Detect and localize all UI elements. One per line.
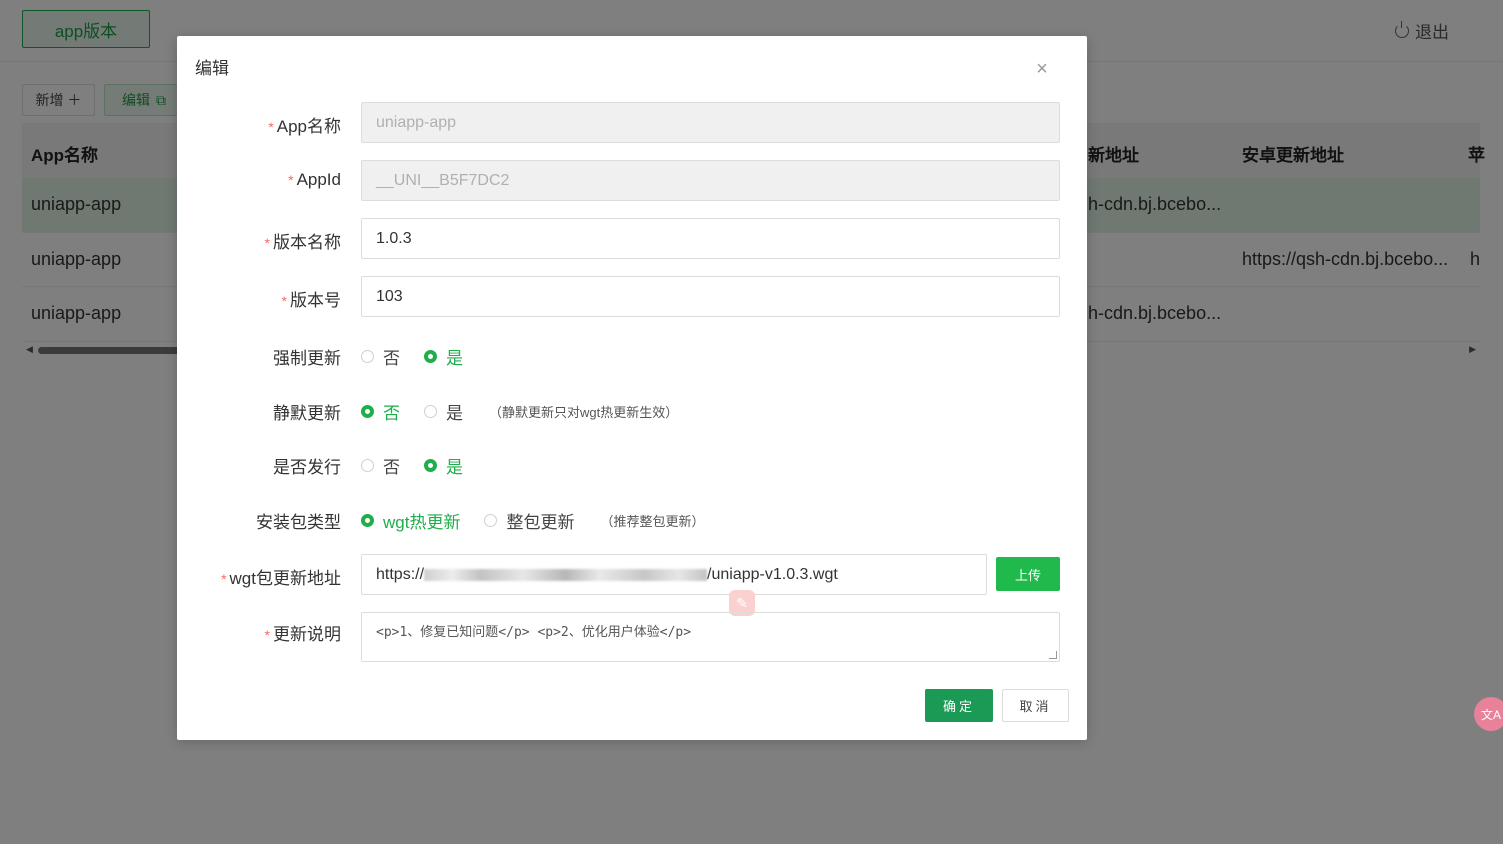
radio-dot bbox=[361, 514, 374, 527]
silent-update-radio-group: 否 是 （静默更新只对wgt热更新生效） bbox=[361, 399, 678, 424]
label-wgt-url: * wgt包更新地址 bbox=[221, 569, 341, 588]
close-icon[interactable]: × bbox=[1033, 59, 1051, 79]
cancel-button[interactable]: 取消 bbox=[1002, 689, 1069, 722]
radio-force-yes[interactable]: 是 bbox=[424, 344, 463, 369]
release-notes-text: <p>1、修复已知问题</p> <p>2、优化用户体验</p> bbox=[376, 625, 692, 640]
app-id-input[interactable]: __UNI__B5F7DC2 bbox=[361, 160, 1060, 201]
radio-package-full[interactable]: 整包更新 bbox=[484, 508, 574, 533]
wgt-url-suffix: /uniapp-v1.0.3.wgt bbox=[707, 565, 838, 583]
upload-button[interactable]: 上传 bbox=[996, 557, 1060, 591]
label-version-name: * 版本名称 bbox=[264, 233, 341, 252]
app-name-input[interactable]: uniapp-app bbox=[361, 102, 1060, 143]
label-published: 是否发行 bbox=[273, 458, 341, 477]
version-name-input[interactable]: 1.0.3 bbox=[361, 218, 1060, 259]
radio-published-no[interactable]: 否 bbox=[361, 453, 400, 478]
radio-dot bbox=[424, 459, 437, 472]
radio-dot bbox=[484, 514, 498, 527]
version-code-input[interactable]: 103 bbox=[361, 276, 1060, 317]
radio-force-no[interactable]: 否 bbox=[361, 344, 400, 369]
radio-dot bbox=[424, 405, 437, 418]
wgt-url-prefix: https:// bbox=[376, 565, 425, 583]
label-release-notes: * 更新说明 bbox=[264, 625, 341, 644]
label-app-id: * AppId bbox=[288, 170, 341, 189]
radio-dot bbox=[361, 350, 374, 363]
radio-silent-yes[interactable]: 是 bbox=[424, 399, 463, 424]
redacted-url-segment bbox=[424, 568, 708, 581]
release-notes-textarea[interactable]: <p>1、修复已知问题</p> <p>2、优化用户体验</p> bbox=[361, 612, 1060, 662]
package-type-hint: （推荐整包更新） bbox=[600, 514, 705, 529]
label-package-type: 安装包类型 bbox=[256, 513, 341, 532]
confirm-button[interactable]: 确定 bbox=[925, 689, 993, 722]
resize-handle-icon[interactable] bbox=[1049, 651, 1057, 659]
published-radio-group: 否 是 bbox=[361, 453, 487, 478]
label-app-name: * App名称 bbox=[268, 117, 341, 136]
radio-dot bbox=[361, 459, 374, 472]
edit-dialog: 编辑 × * App名称 uniapp-app * AppId __UNI__B5F… bbox=[177, 36, 1087, 740]
package-type-radio-group: wgt热更新 整包更新 （推荐整包更新） bbox=[361, 508, 704, 533]
label-silent-update: 静默更新 bbox=[273, 404, 341, 423]
translate-icon[interactable]: 文A bbox=[1474, 697, 1503, 731]
label-force-update: 强制更新 bbox=[273, 349, 341, 368]
force-update-radio-group: 否 是 bbox=[361, 344, 487, 369]
radio-silent-no[interactable]: 否 bbox=[361, 399, 400, 424]
label-version-code: * 版本号 bbox=[281, 291, 341, 310]
radio-published-yes[interactable]: 是 bbox=[424, 453, 463, 478]
radio-dot bbox=[424, 350, 437, 363]
dialog-title: 编辑 bbox=[195, 59, 229, 78]
wgt-url-input[interactable]: https:// /uniapp-v1.0.3.wgt bbox=[361, 554, 987, 595]
radio-dot bbox=[361, 405, 374, 418]
radio-package-wgt[interactable]: wgt热更新 bbox=[361, 508, 460, 533]
silent-update-hint: （静默更新只对wgt热更新生效） bbox=[489, 405, 679, 420]
